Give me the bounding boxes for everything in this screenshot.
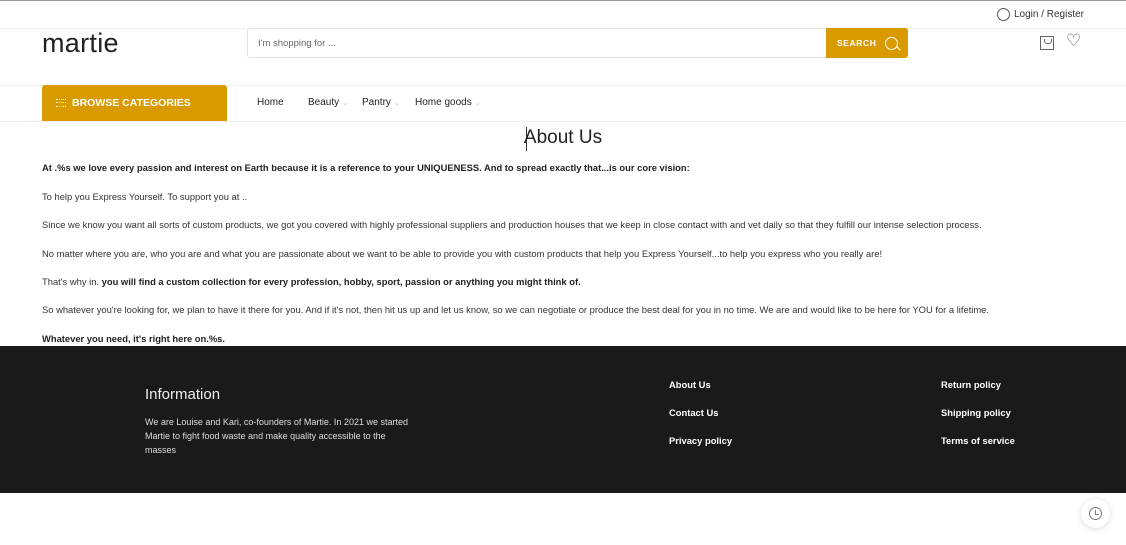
footer-info-title: Information [145, 386, 221, 403]
footer-link-privacy[interactable]: Privacy policy [669, 435, 732, 446]
paragraph: That's why in. you will find a custom co… [42, 276, 581, 287]
footer-link-terms[interactable]: Terms of service [941, 435, 1015, 446]
page-title: About Us [523, 127, 603, 148]
top-border [0, 0, 1126, 1]
browse-label: BROWSE CATEGORIES [72, 97, 191, 109]
footer-link-shipping[interactable]: Shipping policy [941, 407, 1011, 418]
shopping-bag-icon[interactable] [1040, 36, 1054, 50]
logo[interactable]: martie [42, 28, 119, 59]
nav-item-home[interactable]: Home [257, 97, 284, 108]
clock-icon [1089, 507, 1102, 520]
paragraph: At .%s we love every passion and interes… [42, 162, 690, 173]
chevron-down-icon: ⌄ [393, 100, 400, 107]
search-button-label: SEARCH [837, 38, 877, 48]
browse-categories-button[interactable]: BROWSE CATEGORIES [42, 85, 227, 121]
chevron-down-icon: ⌄ [474, 100, 481, 107]
paragraph: To help you Express Yourself. To support… [42, 191, 248, 202]
chevron-down-icon: ⌄ [342, 100, 349, 107]
history-button[interactable] [1081, 499, 1110, 528]
footer-link-contact[interactable]: Contact Us [669, 407, 718, 418]
footer: Information We are Louise and Kari, co-f… [0, 346, 1126, 493]
nav-item-beauty[interactable]: Beauty ⌄ [308, 97, 348, 108]
footer-link-about[interactable]: About Us [669, 379, 711, 390]
login-register-link[interactable]: Login / Register [996, 8, 1084, 21]
login-label: Login / Register [1013, 9, 1084, 20]
search-input[interactable]: I'm shopping for ... [247, 28, 827, 58]
footer-link-return[interactable]: Return policy [941, 379, 1001, 390]
paragraph: So whatever you're looking for, we plan … [42, 304, 990, 315]
paragraph-prefix: That's why in. [42, 276, 100, 287]
paragraph: Since we know you want all sorts of cust… [42, 219, 982, 230]
paragraph: No matter where you are, who you are and… [42, 248, 883, 259]
search-button[interactable]: SEARCH [826, 28, 908, 58]
nav-label: Pantry [362, 97, 391, 108]
list-icon [56, 99, 66, 107]
paragraph: Whatever you need, it's right here on.%s… [42, 333, 225, 344]
nav-item-home-goods[interactable]: Home goods ⌄ [415, 97, 481, 108]
heart-icon[interactable]: ♡ [1066, 31, 1081, 51]
user-icon [996, 8, 1010, 21]
nav-item-pantry[interactable]: Pantry ⌄ [362, 97, 400, 108]
nav-label: Home [257, 97, 284, 108]
footer-info-text: We are Louise and Kari, co-founders of M… [145, 417, 408, 455]
search-icon [884, 36, 898, 50]
paragraph-bold: you will find a custom collection for ev… [101, 276, 581, 287]
nav-label: Beauty [308, 97, 340, 108]
nav-label: Home goods [415, 97, 472, 108]
